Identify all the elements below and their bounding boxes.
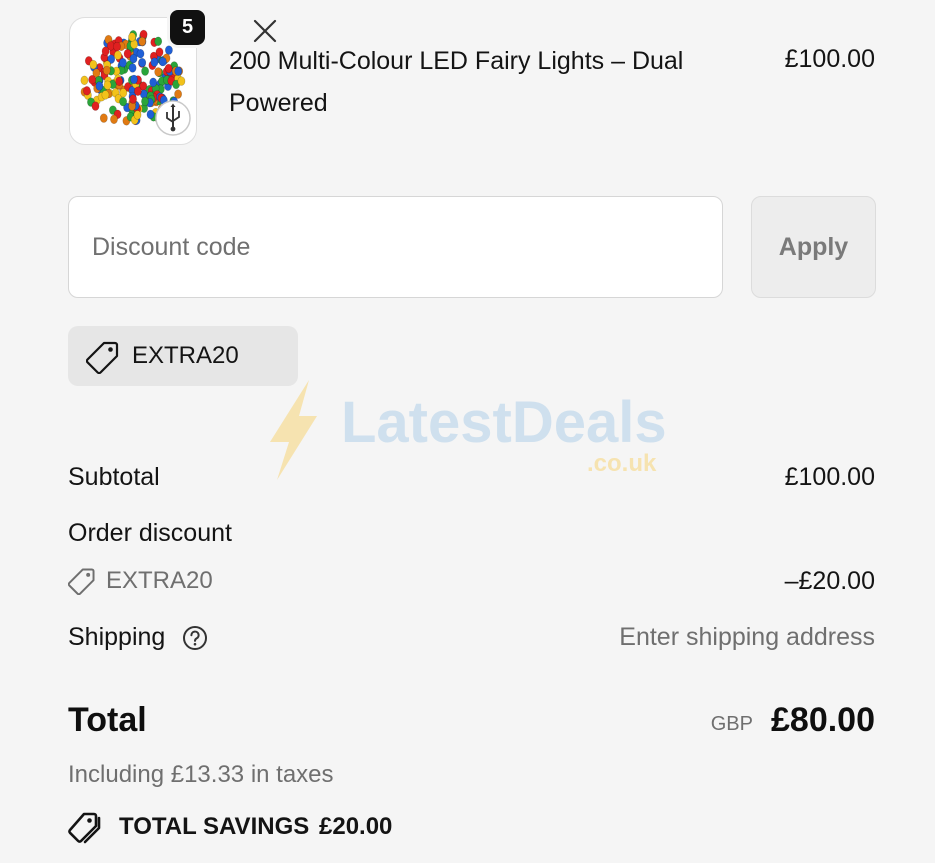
- total-savings-label: TOTAL SAVINGS: [119, 813, 310, 840]
- currency-code: GBP: [710, 713, 753, 735]
- total-savings-amount: £20.00: [319, 813, 393, 840]
- quantity-badge: 5: [167, 7, 208, 48]
- checkout-order-summary: 5 200 Multi-Colour LED Fairy Lights – Du…: [0, 0, 935, 863]
- tax-note: Including £13.33 in taxes: [68, 761, 334, 788]
- watermark-domain: .co.uk: [587, 450, 657, 477]
- order-discount-code-label: EXTRA20: [106, 567, 213, 594]
- product-price: £100.00: [784, 45, 875, 73]
- applied-code-label: EXTRA20: [132, 342, 239, 369]
- discount-code-input[interactable]: [68, 196, 723, 298]
- tags-icon: [68, 812, 101, 844]
- tag-icon: [68, 568, 95, 595]
- total-label: Total: [68, 701, 147, 739]
- product-title: 200 Multi-Colour LED Fairy Lights – Dual…: [229, 47, 684, 117]
- question-circle-icon[interactable]: [182, 625, 208, 651]
- watermark-brand: LatestDeals: [341, 390, 667, 455]
- shipping-value: Enter shipping address: [619, 623, 875, 651]
- subtotal-label: Subtotal: [68, 463, 160, 491]
- order-discount-value: –£20.00: [784, 567, 875, 595]
- apply-button[interactable]: Apply: [751, 196, 876, 298]
- watermark-logo: LatestDeals .co.uk: [270, 380, 667, 480]
- shipping-label: Shipping: [68, 623, 166, 651]
- applied-discount-chip: EXTRA20: [68, 326, 298, 386]
- close-icon[interactable]: [252, 18, 278, 44]
- order-discount-label: Order discount: [68, 519, 232, 547]
- tag-icon: [86, 341, 119, 374]
- total-amount: £80.00: [771, 701, 875, 739]
- subtotal-value: £100.00: [784, 463, 875, 491]
